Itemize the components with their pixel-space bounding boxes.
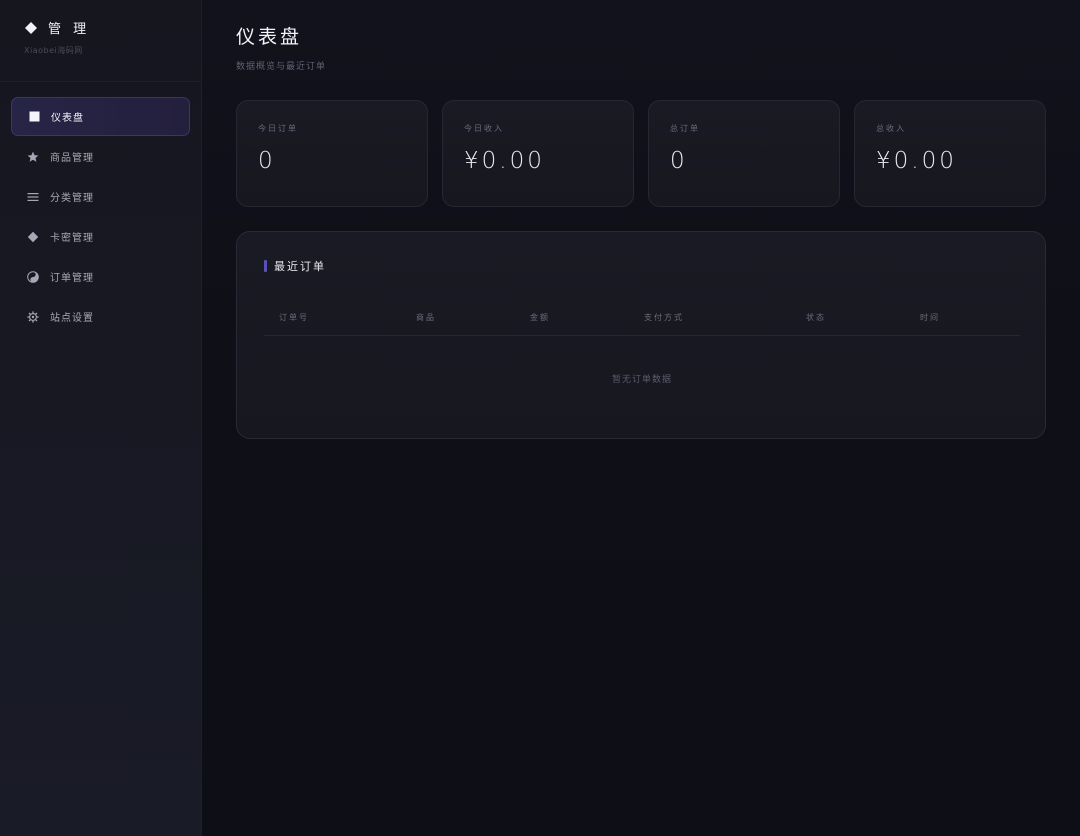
sidebar-item-label: 商品管理 <box>50 153 94 164</box>
stat-label: 今日订单 <box>258 124 298 133</box>
stat-card-today-revenue: 今日收入 ¥0.00 <box>442 100 634 207</box>
menu-icon <box>27 191 39 203</box>
recent-orders-card: 最近订单 订单号 商品 金额 支付方式 状态 时间 暂无订单数据 <box>236 231 1046 439</box>
page-subtitle: 数据概览与最近订单 <box>236 62 327 72</box>
column-header-payment-method[interactable]: 支付方式 <box>644 312 806 323</box>
gear-icon <box>27 310 39 323</box>
star-icon <box>27 151 39 163</box>
stat-label: 总收入 <box>876 124 906 133</box>
recent-orders-title-text: 最近订单 <box>274 260 326 273</box>
diamond-logo-icon <box>24 21 38 35</box>
orders-table-header: 订单号 商品 金额 支付方式 状态 时间 <box>264 300 1020 336</box>
stat-value: 0 <box>670 148 688 174</box>
page-title: 仪表盘 <box>236 26 303 48</box>
title-accent-bar <box>264 260 267 272</box>
column-header-order-id[interactable]: 订单号 <box>279 312 416 323</box>
stat-value: 0 <box>258 148 276 174</box>
sidebar-item-label: 站点设置 <box>50 313 94 324</box>
stat-card-today-orders: 今日订单 0 <box>236 100 428 207</box>
column-header-product[interactable]: 商品 <box>416 312 530 323</box>
sidebar-item-dashboard[interactable]: 仪表盘 <box>11 97 190 136</box>
column-header-status[interactable]: 状态 <box>806 312 920 323</box>
stats-row: 今日订单 0 今日收入 ¥0.00 总订单 0 总收入 ¥0.00 <box>236 100 1046 207</box>
brand: 管 理 Xiaobei海码网 <box>0 0 201 82</box>
stat-value: ¥0.00 <box>464 148 545 174</box>
app-root: 管 理 Xiaobei海码网 仪表盘 商品管理 分类管理 卡密管理 订单管理 站… <box>0 0 1080 836</box>
diamond-icon <box>27 231 39 243</box>
brand-row: 管 理 <box>24 18 177 37</box>
column-header-time[interactable]: 时间 <box>920 312 1020 323</box>
brand-title: 管 理 <box>48 22 91 37</box>
brand-subtitle: Xiaobei海码网 <box>24 46 83 55</box>
stat-label: 今日收入 <box>464 124 504 133</box>
square-icon <box>28 111 40 123</box>
sidebar-item-label: 仪表盘 <box>51 113 84 124</box>
sidebar-item-label: 订单管理 <box>50 273 94 284</box>
stat-label: 总订单 <box>670 124 700 133</box>
sidebar-item-categories[interactable]: 分类管理 <box>11 177 190 216</box>
sidebar-item-products[interactable]: 商品管理 <box>11 137 190 176</box>
sidebar-item-orders[interactable]: 订单管理 <box>11 257 190 296</box>
sidebar-item-site-settings[interactable]: 站点设置 <box>11 297 190 336</box>
sidebar-item-card-keys[interactable]: 卡密管理 <box>11 217 190 256</box>
sidebar-item-label: 分类管理 <box>50 193 94 204</box>
stat-card-total-revenue: 总收入 ¥0.00 <box>854 100 1046 207</box>
sidebar-item-label: 卡密管理 <box>50 233 94 244</box>
empty-state-text: 暂无订单数据 <box>611 375 672 385</box>
stat-value: ¥0.00 <box>876 148 957 174</box>
recent-orders-title: 最近订单 <box>264 258 1018 274</box>
sidebar-nav: 仪表盘 商品管理 分类管理 卡密管理 订单管理 站点设置 <box>0 82 201 336</box>
sidebar: 管 理 Xiaobei海码网 仪表盘 商品管理 分类管理 卡密管理 订单管理 站… <box>0 0 202 836</box>
main-content: 仪表盘 数据概览与最近订单 今日订单 0 今日收入 ¥0.00 总订单 0 总收… <box>202 0 1080 836</box>
orders-table: 订单号 商品 金额 支付方式 状态 时间 暂无订单数据 <box>264 300 1020 385</box>
stat-card-total-orders: 总订单 0 <box>648 100 840 207</box>
yin-yang-icon <box>27 270 39 283</box>
column-header-amount[interactable]: 金额 <box>530 312 644 323</box>
